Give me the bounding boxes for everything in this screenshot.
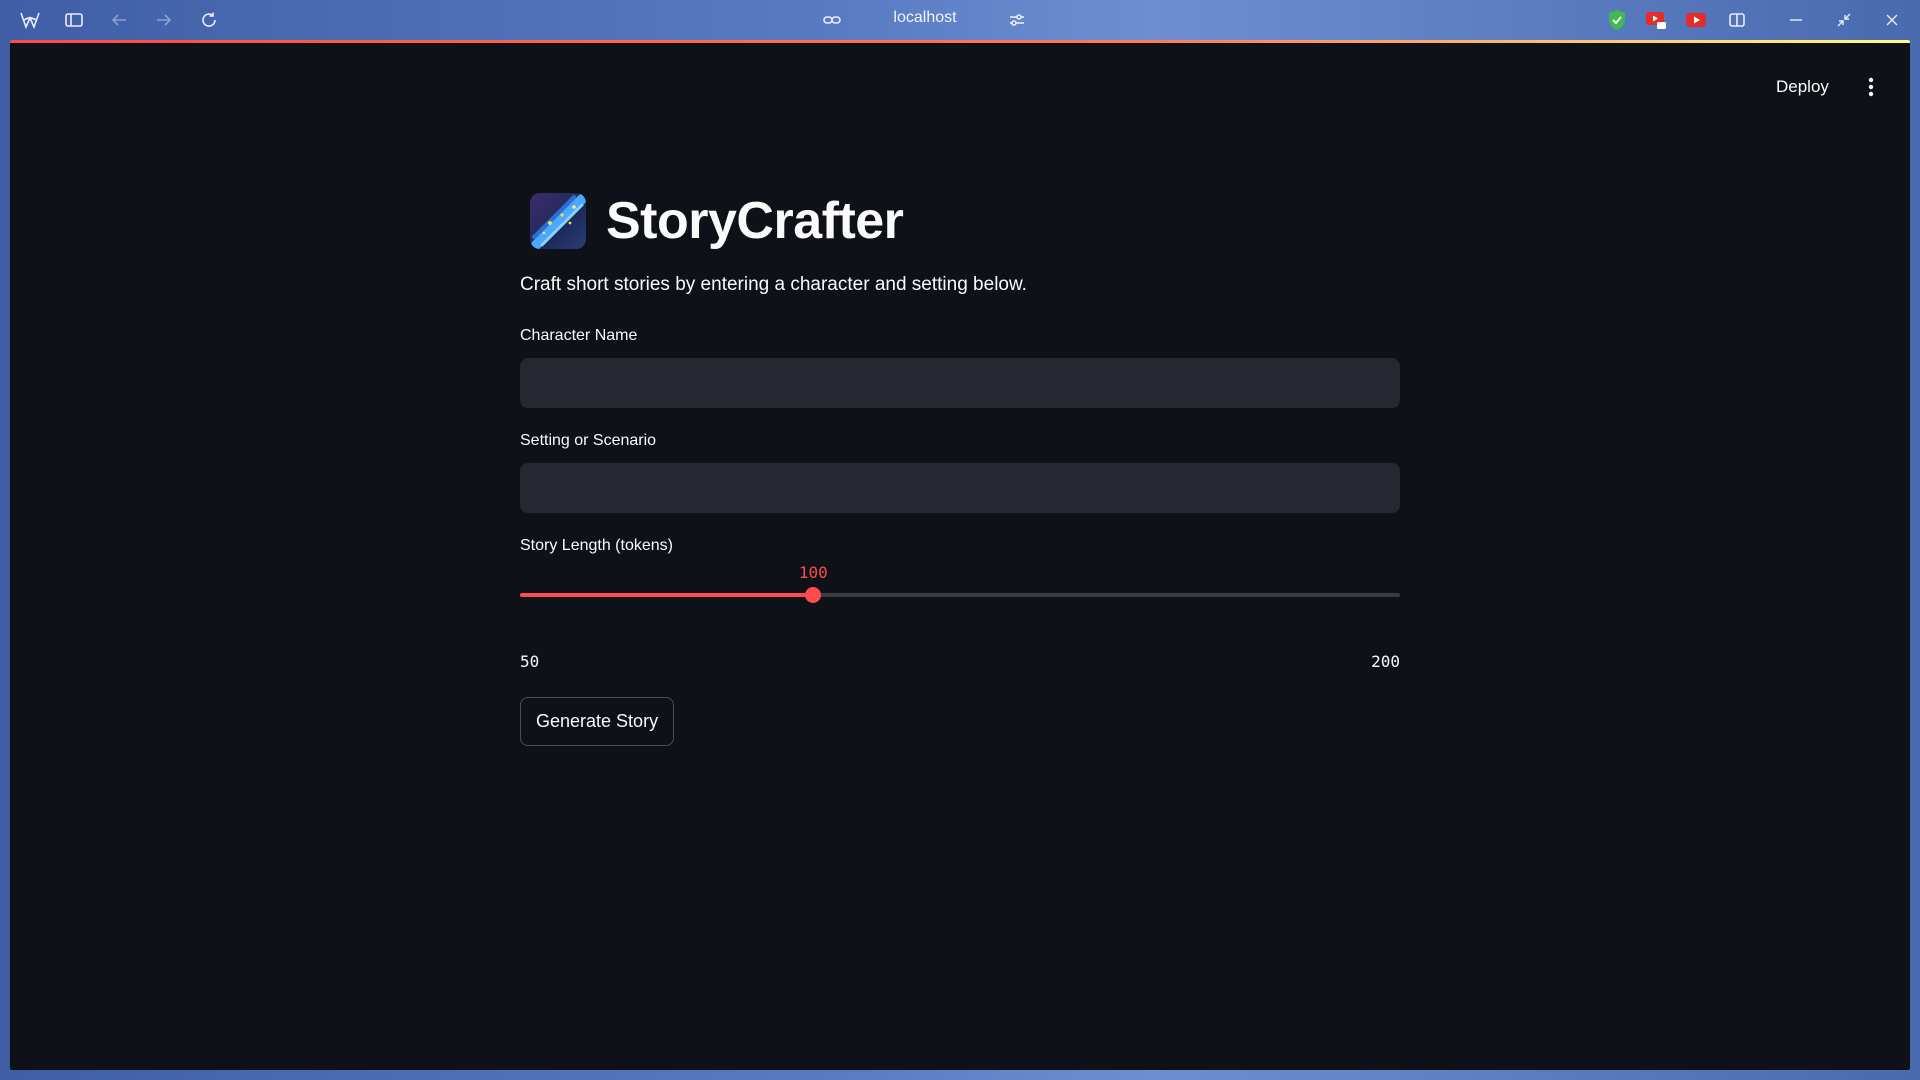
split-view-icon[interactable] <box>1723 7 1751 33</box>
restore-icon[interactable] <box>1830 7 1858 33</box>
shield-check-icon[interactable] <box>1606 9 1628 31</box>
app-window: Deploy StoryCrafter Craft short stories … <box>10 40 1910 1070</box>
slider-max-label: 200 <box>1371 652 1400 671</box>
close-icon[interactable] <box>1878 7 1906 33</box>
link-icon[interactable] <box>818 7 846 33</box>
youtube-icon[interactable] <box>1685 9 1707 31</box>
browser-toolbar: localhost <box>0 0 1920 40</box>
slider-min-label: 50 <box>520 652 540 671</box>
page-description: Craft short stories by entering a charac… <box>520 274 1027 295</box>
deploy-button[interactable]: Deploy <box>1768 72 1837 102</box>
shooting-star-icon <box>530 193 586 249</box>
reload-icon[interactable] <box>195 7 223 33</box>
arrow-left-icon[interactable] <box>105 7 133 33</box>
arrow-right-icon[interactable] <box>150 7 178 33</box>
page-title: StoryCrafter <box>606 192 904 250</box>
top-decoration-bar <box>10 40 1910 43</box>
address-bar[interactable]: localhost <box>880 9 970 27</box>
slider-thumb[interactable] <box>805 587 822 603</box>
slider-value-label: 100 <box>798 563 828 582</box>
setting-input[interactable] <box>520 463 1400 513</box>
wing-logo-icon[interactable] <box>16 7 44 33</box>
slider-fill <box>520 593 814 597</box>
minimize-icon[interactable] <box>1782 7 1810 33</box>
page-header: StoryCrafter <box>520 186 1400 256</box>
character-name-input[interactable] <box>520 358 1400 408</box>
generate-story-button[interactable]: Generate Story <box>520 697 675 746</box>
youtube-queue-icon[interactable] <box>1645 9 1667 31</box>
story-length-label: Story Length (tokens) <box>520 537 673 554</box>
story-length-slider[interactable]: 100 <box>520 563 1400 615</box>
kebab-menu-icon[interactable] <box>1859 74 1883 100</box>
sliders-icon[interactable] <box>1003 7 1031 33</box>
character-name-label: Character Name <box>520 327 638 344</box>
setting-label: Setting or Scenario <box>520 432 657 449</box>
sidebar-toggle-icon[interactable] <box>60 7 88 33</box>
